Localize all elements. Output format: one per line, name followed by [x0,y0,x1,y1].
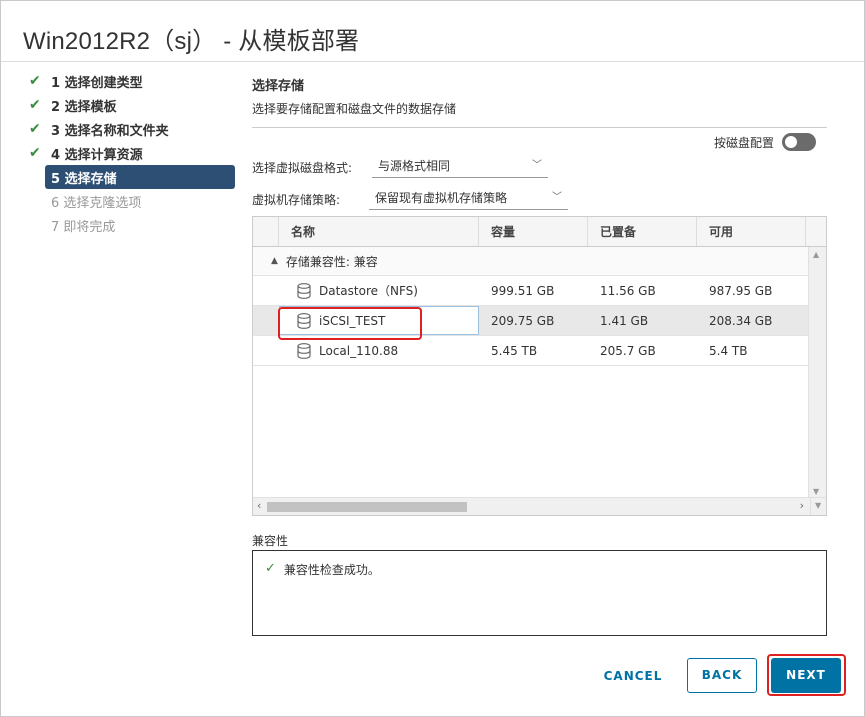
disk-format-field: 选择虚拟磁盘格式: [252,159,352,176]
scroll-down-icon[interactable]: ▼ [813,487,819,496]
database-icon [297,312,311,329]
compatibility-message: 兼容性检查成功。 [283,563,380,577]
step-label: 6 选择克隆选项 [51,195,142,211]
capacity-cell: 999.51 GB [491,283,555,298]
check-icon: ✔ [29,145,41,161]
step-6: 6 选择克隆选项 [29,189,235,213]
step-label: 1 选择创建类型 [51,75,143,91]
step-5[interactable]: 5 选择存储 [45,165,235,189]
horizontal-scrollbar[interactable]: ‹ › ▼ [253,497,826,515]
row-gutter [253,306,279,335]
scroll-corner: ▼ [810,498,826,515]
free-cell: 5.4 TB [709,343,748,358]
datastore-name-cell: Local_110.88 [279,336,479,365]
storage-policy-select[interactable]: 保留现有虚拟机存储策略 ﹀ [369,186,568,210]
cancel-button[interactable]: CANCEL [593,659,673,693]
step-label: 5 选择存储 [51,171,117,187]
step-label: 2 选择模板 [51,99,117,115]
step-7: 7 即将完成 [29,213,235,237]
collapse-caret-icon[interactable]: ▲ [271,256,278,266]
group-label: 存储兼容性: 兼容 [285,254,378,269]
datastore-name: iSCSI_TEST [319,313,386,328]
storage-policy-label: 虚拟机存储策略: [252,193,341,207]
free-cell: 208.34 GB [709,313,773,328]
table-row-selected[interactable]: iSCSI_TEST 209.75 GB 1.41 GB 208.34 GB [253,306,826,336]
datastore-grid: 名称 容量 已置备 可用 ▲ 存储兼容性: 兼容 Datastore（NFS) … [252,216,827,516]
dialog-title: Win2012R2（sj） - 从模板部署 [23,28,360,55]
title-divider [1,61,864,62]
step-1[interactable]: ✔ 1 选择创建类型 [29,69,235,93]
per-disk-toggle[interactable] [782,133,817,151]
step-label: 3 选择名称和文件夹 [51,123,169,139]
scroll-up-icon[interactable]: ▲ [813,250,819,259]
row-gutter [253,336,279,365]
chevron-down-icon: ﹀ [552,192,562,203]
wizard-steps: ✔ 1 选择创建类型 ✔ 2 选择模板 ✔ 3 选择名称和文件夹 ✔ 4 选择计算资源 … [29,69,235,237]
table-row[interactable]: Datastore（NFS) 999.51 GB 11.56 GB 987.95… [253,276,826,306]
step-3[interactable]: ✔ 3 选择名称和文件夹 [29,117,235,141]
per-disk-config: 按磁盘配置 [714,133,817,151]
compatibility-label: 兼容性 [252,534,289,548]
datastore-name-cell: iSCSI_TEST [279,306,479,335]
column-header-provisioned[interactable]: 已置备 [588,217,697,246]
datastore-name: Datastore（NFS) [319,284,418,298]
grid-header: 名称 容量 已置备 可用 [253,217,826,247]
deploy-from-template-dialog: Win2012R2（sj） - 从模板部署 ✔ 1 选择创建类型 ✔ 2 选择模板 … [0,0,865,717]
scroll-down-icon[interactable]: ▼ [815,501,821,510]
column-header-capacity[interactable]: 容量 [479,217,588,246]
column-header-name[interactable]: 名称 [279,217,479,246]
check-icon: ✔ [29,97,41,113]
capacity-cell: 5.45 TB [491,343,538,358]
check-icon: ✔ [29,121,41,137]
provisioned-cell: 1.41 GB [600,313,649,328]
toggle-knob [785,136,798,148]
disk-format-value: 与源格式相同 [378,159,451,173]
section-title: 选择存储 [252,79,305,94]
table-row[interactable]: Local_110.88 5.45 TB 205.7 GB 5.4 TB [253,336,826,366]
provisioned-cell: 11.56 GB [600,283,656,298]
check-icon: ✔ [29,73,41,89]
compatibility-panel: ✓ 兼容性检查成功。 [252,550,827,636]
database-icon [297,282,311,299]
grid-gutter [253,217,279,246]
vertical-scrollbar[interactable]: ▲ ▼ [808,247,826,499]
column-header-free[interactable]: 可用 [697,217,806,246]
step-label: 7 即将完成 [51,219,116,235]
scroll-right-icon[interactable]: › [800,499,804,512]
step-2[interactable]: ✔ 2 选择模板 [29,93,235,117]
storage-policy-field: 虚拟机存储策略: [252,191,340,208]
scroll-left-icon[interactable]: ‹ [257,499,261,512]
disk-format-label: 选择虚拟磁盘格式: [252,161,353,175]
database-icon [297,342,311,359]
per-disk-label: 按磁盘配置 [714,135,775,150]
check-icon: ✓ [265,561,276,576]
group-row-compatible[interactable]: ▲ 存储兼容性: 兼容 [253,247,826,276]
provisioned-cell: 205.7 GB [600,343,656,358]
row-gutter [253,276,279,305]
free-cell: 987.95 GB [709,283,773,298]
step-4[interactable]: ✔ 4 选择计算资源 [29,141,235,165]
step-label: 4 选择计算资源 [51,147,143,163]
capacity-cell: 209.75 GB [491,313,555,328]
chevron-down-icon: ﹀ [532,160,542,171]
datastore-name-cell: Datastore（NFS) [279,276,479,305]
section-subtitle: 选择要存储配置和磁盘文件的数据存储 [252,100,827,128]
datastore-name: Local_110.88 [319,343,399,358]
next-button[interactable]: NEXT [771,658,841,693]
step-content: 选择存储 选择要存储配置和磁盘文件的数据存储 按磁盘配置 选择虚拟磁盘格式: 与… [252,69,827,636]
back-button[interactable]: BACK [687,658,757,693]
storage-policy-value: 保留现有虚拟机存储策略 [375,191,508,205]
scroll-thumb[interactable] [267,502,467,512]
disk-format-select[interactable]: 与源格式相同 ﹀ [372,154,548,178]
